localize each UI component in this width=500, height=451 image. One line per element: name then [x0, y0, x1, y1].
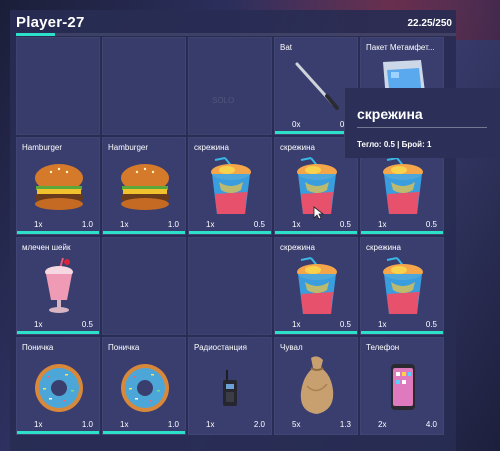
slot-weight: 2.0 — [253, 420, 265, 429]
slot-item-name: Поничка — [108, 343, 140, 352]
weight-bar-track — [16, 33, 456, 36]
slushie-icon — [373, 156, 433, 216]
inventory-weight: 22.25/250 — [407, 18, 453, 29]
slot-durability-bar — [17, 431, 99, 434]
inventory-slot[interactable] — [188, 37, 272, 135]
bat-icon — [287, 56, 347, 116]
slot-quantity: 1x — [34, 420, 43, 429]
inventory-slot[interactable] — [16, 37, 100, 135]
slot-durability-bar — [361, 331, 443, 334]
phone-icon — [373, 356, 433, 416]
slot-item-name: Поничка — [22, 343, 54, 352]
slot-weight: 1.0 — [167, 220, 179, 229]
donut-icon — [29, 356, 89, 416]
sack-icon — [287, 356, 347, 416]
tooltip-info: Тегло: 0.5 | Брой: 1 — [357, 140, 432, 149]
slot-durability-bar — [103, 231, 185, 234]
slot-quantity: 1x — [34, 320, 43, 329]
slot-weight: 0.5 — [339, 220, 351, 229]
slot-item-name: млечен шейк — [22, 243, 71, 252]
inventory-slot[interactable] — [188, 237, 272, 335]
slushie-icon — [373, 256, 433, 316]
inventory-slot[interactable]: Hamburger 1x 1.0 — [102, 137, 186, 235]
slot-durability-bar — [103, 431, 185, 434]
weight-bar-fill — [16, 33, 56, 36]
mouse-cursor-icon — [313, 206, 325, 220]
slot-weight: 1.3 — [339, 420, 351, 429]
slot-quantity: 0x — [292, 120, 301, 129]
slot-quantity: 1x — [378, 320, 387, 329]
slot-weight: 0.5 — [253, 220, 265, 229]
slushie-icon — [287, 256, 347, 316]
slot-item-name: Hamburger — [108, 143, 149, 152]
slot-item-name: Чувал — [280, 343, 303, 352]
slot-quantity: 1x — [120, 420, 129, 429]
slot-quantity: 1x — [292, 320, 301, 329]
slot-durability-bar — [189, 231, 271, 234]
slot-weight: 0.5 — [425, 320, 437, 329]
watermark: SOLO — [212, 96, 235, 105]
slot-quantity: 1x — [206, 220, 215, 229]
hamburger-icon — [29, 156, 89, 216]
slot-item-name: Радиостанция — [194, 343, 247, 352]
slot-item-name: Hamburger — [22, 143, 63, 152]
slot-weight: 1.0 — [81, 220, 93, 229]
slot-quantity: 1x — [34, 220, 43, 229]
inventory-slot[interactable]: скрежина 1x 0.5 — [274, 237, 358, 335]
slot-quantity: 5x — [292, 420, 301, 429]
slot-quantity: 1x — [206, 420, 215, 429]
inventory-slot[interactable]: Hamburger 1x 1.0 — [16, 137, 100, 235]
slot-durability-bar — [275, 231, 357, 234]
slot-weight: 1.0 — [81, 420, 93, 429]
slot-item-name: скрежина — [280, 243, 315, 252]
slot-durability-bar — [275, 331, 357, 334]
hamburger-icon — [115, 156, 175, 216]
inventory-slot[interactable]: Поничка 1x 1.0 — [16, 337, 100, 435]
slot-durability-bar — [17, 331, 99, 334]
slot-weight: 0.5 — [339, 320, 351, 329]
slushie-icon — [201, 156, 261, 216]
item-tooltip: скрежина Тегло: 0.5 | Брой: 1 — [344, 88, 500, 158]
slot-item-name: Bat — [280, 43, 293, 52]
inventory-slot[interactable]: Чувал 5x 1.3 — [274, 337, 358, 435]
slot-weight: 0.5 — [425, 220, 437, 229]
milkshake-icon — [29, 256, 89, 316]
slot-item-name: скрежина — [194, 143, 229, 152]
slot-item-name: скрежина — [366, 243, 401, 252]
slot-item-name: Телефон — [366, 343, 400, 352]
slot-quantity: 1x — [378, 220, 387, 229]
inventory-slot[interactable] — [102, 237, 186, 335]
inventory-slot[interactable]: Поничка 1x 1.0 — [102, 337, 186, 435]
inventory-slot[interactable] — [102, 37, 186, 135]
inventory-slot[interactable]: млечен шейк 1x 0.5 — [16, 237, 100, 335]
slot-quantity: 1x — [120, 220, 129, 229]
tooltip-divider — [357, 127, 487, 128]
slot-durability-bar — [361, 231, 443, 234]
inventory-slot[interactable]: скрежина 1x 0.5 — [188, 137, 272, 235]
slot-item-name: Пакет Метамфет... — [366, 43, 435, 52]
slot-quantity: 2x — [378, 420, 387, 429]
donut-icon — [115, 356, 175, 416]
slot-weight: 1.0 — [167, 420, 179, 429]
slot-item-name: скрежина — [280, 143, 315, 152]
inventory-slot[interactable]: скрежина 1x 0.5 — [360, 237, 444, 335]
radio-icon — [201, 356, 261, 416]
slot-weight: 4.0 — [425, 420, 437, 429]
inventory-title: Player-27 — [16, 14, 85, 31]
slot-quantity: 1x — [292, 220, 301, 229]
inventory-slot[interactable]: Радиостанция 1x 2.0 — [188, 337, 272, 435]
inventory-slot[interactable]: Телефон 2x 4.0 — [360, 337, 444, 435]
tooltip-title: скрежина — [357, 106, 423, 122]
slot-weight: 0.5 — [81, 320, 93, 329]
slot-durability-bar — [17, 231, 99, 234]
